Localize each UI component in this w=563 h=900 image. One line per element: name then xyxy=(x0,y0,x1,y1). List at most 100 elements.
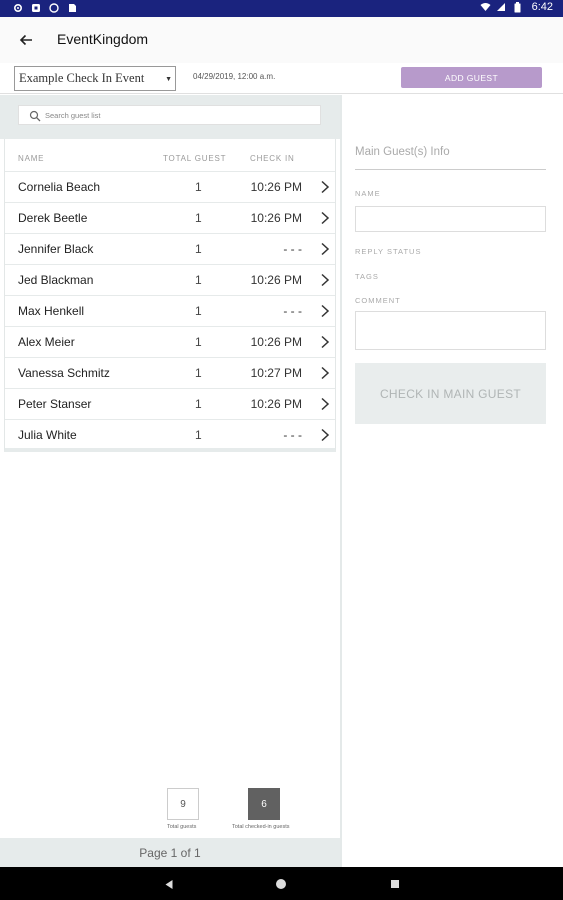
guest-total: 1 xyxy=(195,211,202,225)
guest-name: Max Henkell xyxy=(18,304,85,318)
guest-name: Alex Meier xyxy=(18,335,75,349)
table-row[interactable]: Alex Meier 1 10:26 PM xyxy=(5,326,335,357)
status-time: 6:42 xyxy=(531,1,553,13)
guest-details-pane: Main Guest(s) Info NAME REPLY STATUS TAG… xyxy=(342,95,563,867)
table-row[interactable]: Derek Beetle 1 10:26 PM xyxy=(5,202,335,233)
home-circle-icon xyxy=(276,879,286,889)
event-select-value: Example Check In Event xyxy=(19,71,145,85)
arrow-left-icon xyxy=(19,34,32,46)
guest-name: Peter Stanser xyxy=(18,397,92,411)
comment-label: COMMENT xyxy=(355,296,401,305)
event-date: 04/29/2019, 12:00 a.m. xyxy=(193,72,276,81)
status-bar: 6:42 xyxy=(0,0,563,17)
header-total-guest: TOTAL GUEST xyxy=(163,154,227,163)
tags-label: TAGS xyxy=(355,272,379,281)
guest-check-in-time: - - - xyxy=(283,304,302,318)
shield-icon xyxy=(30,2,41,13)
table-body: Cornelia Beach 1 10:26 PM Derek Beetle 1 10:2… xyxy=(5,171,335,450)
chevron-right-icon xyxy=(321,242,330,256)
table-row[interactable]: Max Henkell 1 - - - xyxy=(5,295,335,326)
table-row[interactable]: Jennifer Black 1 - - - xyxy=(5,233,335,264)
add-guest-button[interactable]: ADD GUEST xyxy=(401,67,542,88)
search-input[interactable] xyxy=(45,108,315,123)
guest-total: 1 xyxy=(195,273,202,287)
guest-check-in-time: 10:26 PM xyxy=(250,335,302,349)
chevron-right-icon xyxy=(321,397,330,411)
guest-total: 1 xyxy=(195,366,202,380)
status-right-icons: 6:42 xyxy=(480,1,553,13)
details-title: Main Guest(s) Info xyxy=(355,146,450,158)
dropdown-caret-icon: ▼ xyxy=(165,75,172,83)
signal-icon xyxy=(496,2,507,13)
status-left-icons xyxy=(12,2,77,13)
chevron-right-icon xyxy=(321,180,330,194)
guest-check-in-time: - - - xyxy=(283,242,302,256)
table-row[interactable]: Jed Blackman 1 10:26 PM xyxy=(5,264,335,295)
search-box[interactable] xyxy=(18,105,321,125)
page-indicator: Page 1 of 1 xyxy=(139,845,201,860)
nav-recents-button[interactable] xyxy=(386,875,404,893)
guest-name: Derek Beetle xyxy=(18,211,88,225)
guest-check-in-time: 10:26 PM xyxy=(250,180,302,194)
search-icon xyxy=(29,110,41,122)
guest-name: Julia White xyxy=(18,428,77,442)
guest-list-pane: NAME TOTAL GUEST CHECK IN Cornelia Beach… xyxy=(0,95,340,867)
guest-check-in-time: 10:27 PM xyxy=(250,366,302,380)
chevron-right-icon xyxy=(321,211,330,225)
guest-total: 1 xyxy=(195,397,202,411)
system-nav-bar xyxy=(0,867,563,900)
guest-total: 1 xyxy=(195,304,202,318)
details-title-rule xyxy=(355,169,546,170)
chevron-right-icon xyxy=(321,304,330,318)
checked-in-label: Total checked-in guests xyxy=(232,824,290,830)
nav-home-button[interactable] xyxy=(272,875,290,893)
guest-total: 1 xyxy=(195,242,202,256)
guest-name: Jed Blackman xyxy=(18,273,94,287)
wifi-icon xyxy=(480,2,491,13)
search-area xyxy=(0,95,340,139)
table-row[interactable]: Cornelia Beach 1 10:26 PM xyxy=(5,171,335,202)
guest-check-in-time: 10:26 PM xyxy=(250,211,302,225)
total-guests-label: Total guests xyxy=(167,824,197,830)
sim-card-icon xyxy=(66,2,77,13)
circle-icon xyxy=(48,2,59,13)
chevron-right-icon xyxy=(321,428,330,442)
guest-stats: 9 Total guests 6 Total checked-in guests xyxy=(0,788,340,832)
battery-icon xyxy=(512,1,523,13)
table-row[interactable]: Vanessa Schmitz 1 10:27 PM xyxy=(5,357,335,388)
name-label: NAME xyxy=(355,189,381,198)
header-name: NAME xyxy=(18,154,45,163)
chevron-right-icon xyxy=(321,273,330,287)
name-field[interactable] xyxy=(355,206,546,232)
chevron-right-icon xyxy=(321,335,330,349)
guest-name: Jennifer Black xyxy=(18,242,94,256)
guest-total: 1 xyxy=(195,180,202,194)
comment-field[interactable] xyxy=(355,311,546,350)
recents-square-icon xyxy=(391,880,399,888)
reply-status-label: REPLY STATUS xyxy=(355,247,422,256)
total-guests-count: 9 xyxy=(167,788,199,820)
header-check-in: CHECK IN xyxy=(250,154,295,163)
table-row[interactable]: Julia White 1 - - - xyxy=(5,419,335,450)
table-row[interactable]: Peter Stanser 1 10:26 PM xyxy=(5,388,335,419)
back-button[interactable] xyxy=(14,28,38,52)
guest-check-in-time: - - - xyxy=(283,428,302,442)
chevron-right-icon xyxy=(321,366,330,380)
event-select[interactable]: Example Check In Event ▼ xyxy=(14,66,176,91)
gear-icon xyxy=(12,2,23,13)
guest-check-in-time: 10:26 PM xyxy=(250,397,302,411)
guest-total: 1 xyxy=(195,428,202,442)
guest-name: Vanessa Schmitz xyxy=(18,366,110,380)
check-in-main-guest-button[interactable]: CHECK IN MAIN GUEST xyxy=(355,363,546,424)
pagination: Page 1 of 1 xyxy=(0,838,340,867)
guest-total: 1 xyxy=(195,335,202,349)
table-header: NAME TOTAL GUEST CHECK IN xyxy=(5,139,335,171)
guest-name: Cornelia Beach xyxy=(18,180,101,194)
checked-in-count: 6 xyxy=(248,788,280,820)
guest-check-in-time: 10:26 PM xyxy=(250,273,302,287)
event-toolbar: Example Check In Event ▼ 04/29/2019, 12:… xyxy=(0,63,563,94)
app-bar: EventKingdom xyxy=(0,17,563,63)
nav-back-button[interactable] xyxy=(160,875,178,893)
guest-table: NAME TOTAL GUEST CHECK IN Cornelia Beach… xyxy=(4,139,336,452)
app-title: EventKingdom xyxy=(57,31,149,47)
